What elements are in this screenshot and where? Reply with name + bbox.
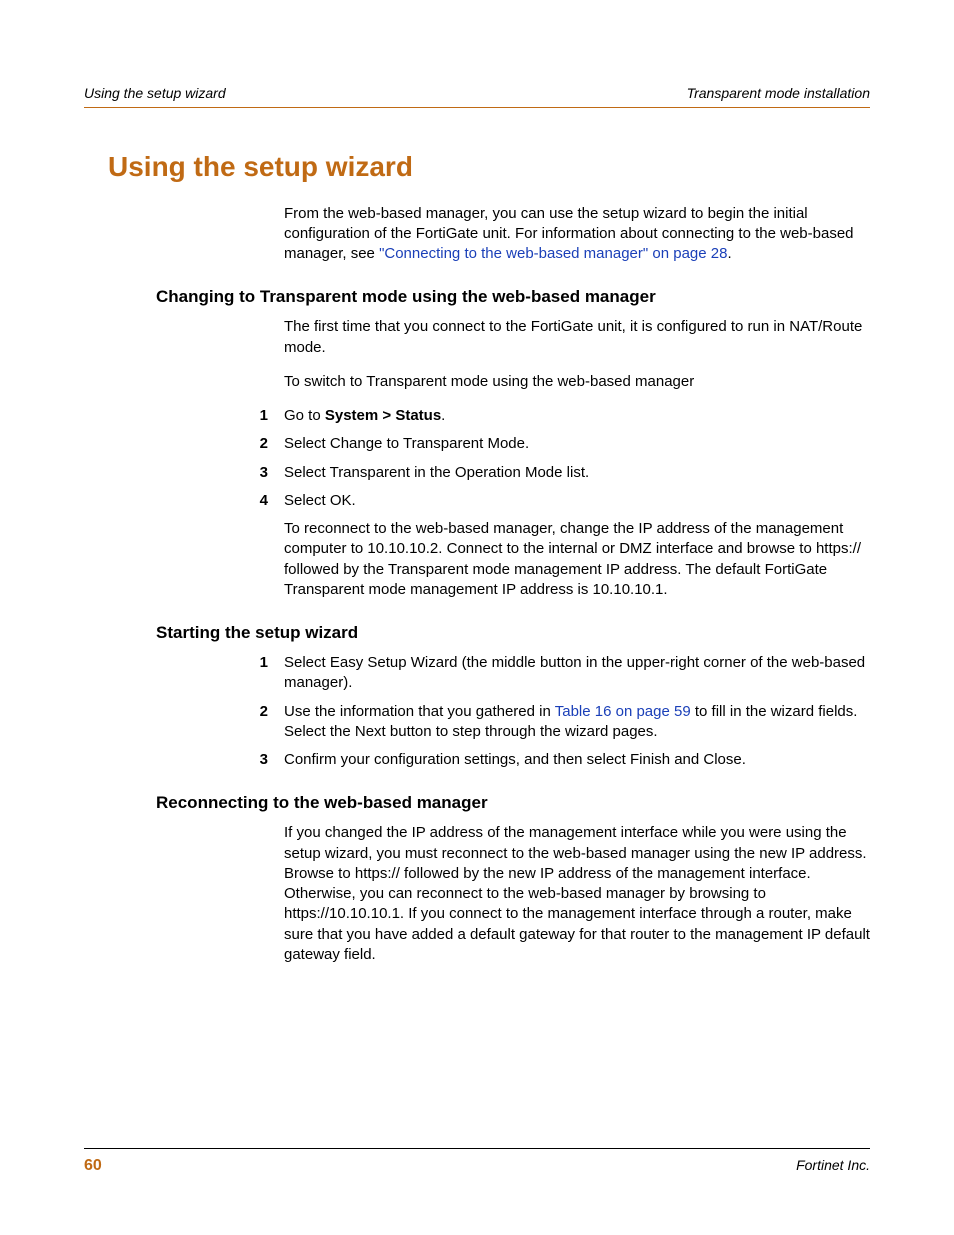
step-row: 2 Select Change to Transparent Mode. [84, 434, 870, 454]
page-number: 60 [84, 1155, 102, 1177]
header-rule [84, 107, 870, 108]
step-text: Select Change to Transparent Mode. [284, 434, 870, 454]
step-text: Use the information that you gathered in… [284, 702, 870, 743]
step-number: 1 [84, 653, 284, 694]
heading-changing-transparent: Changing to Transparent mode using the w… [156, 286, 870, 309]
step-number: 4 [84, 491, 284, 511]
link-table-16[interactable]: Table 16 on page 59 [555, 703, 691, 720]
step-row: 3 Confirm your configuration settings, a… [84, 750, 870, 770]
step-row: 1 Select Easy Setup Wizard (the middle b… [84, 653, 870, 694]
heading-starting-wizard: Starting the setup wizard [156, 622, 870, 645]
step-row: 2 Use the information that you gathered … [84, 702, 870, 743]
footer-rule [84, 1148, 870, 1149]
step-text-post: . [441, 407, 445, 424]
link-connecting-manager[interactable]: "Connecting to the web-based manager" on… [379, 245, 727, 262]
page-footer: 60 Fortinet Inc. [84, 1148, 870, 1177]
step-row: 4 Select OK. [84, 491, 870, 511]
page-title: Using the setup wizard [108, 148, 870, 186]
intro-paragraph: From the web-based manager, you can use … [284, 204, 870, 265]
sectionC-p1: If you changed the IP address of the man… [284, 823, 870, 965]
step-number: 1 [84, 406, 284, 426]
step-number: 2 [84, 434, 284, 454]
sectionA-p3: To reconnect to the web-based manager, c… [284, 519, 870, 600]
step-text-pre: Go to [284, 407, 325, 424]
footer-company: Fortinet Inc. [796, 1156, 870, 1175]
intro-text-2: . [727, 245, 731, 262]
footer-row: 60 Fortinet Inc. [84, 1155, 870, 1177]
step-text: Confirm your configuration settings, and… [284, 750, 870, 770]
step-number: 3 [84, 463, 284, 483]
sectionA-p2: To switch to Transparent mode using the … [284, 372, 870, 392]
step-number: 2 [84, 702, 284, 743]
step-text-pre: Use the information that you gathered in [284, 703, 555, 720]
step-text: Go to System > Status. [284, 406, 870, 426]
header-right: Transparent mode installation [687, 84, 870, 103]
step-number: 3 [84, 750, 284, 770]
running-header: Using the setup wizard Transparent mode … [84, 84, 870, 103]
header-left: Using the setup wizard [84, 84, 226, 103]
page: Using the setup wizard Transparent mode … [0, 0, 954, 1235]
heading-reconnecting: Reconnecting to the web-based manager [156, 792, 870, 815]
step-text: Select Transparent in the Operation Mode… [284, 463, 870, 483]
step-text: Select OK. [284, 491, 870, 511]
step-row: 3 Select Transparent in the Operation Mo… [84, 463, 870, 483]
sectionA-p1: The first time that you connect to the F… [284, 317, 870, 358]
step-row: 1 Go to System > Status. [84, 406, 870, 426]
step-text-bold: System > Status [325, 407, 441, 424]
step-text: Select Easy Setup Wizard (the middle but… [284, 653, 870, 694]
